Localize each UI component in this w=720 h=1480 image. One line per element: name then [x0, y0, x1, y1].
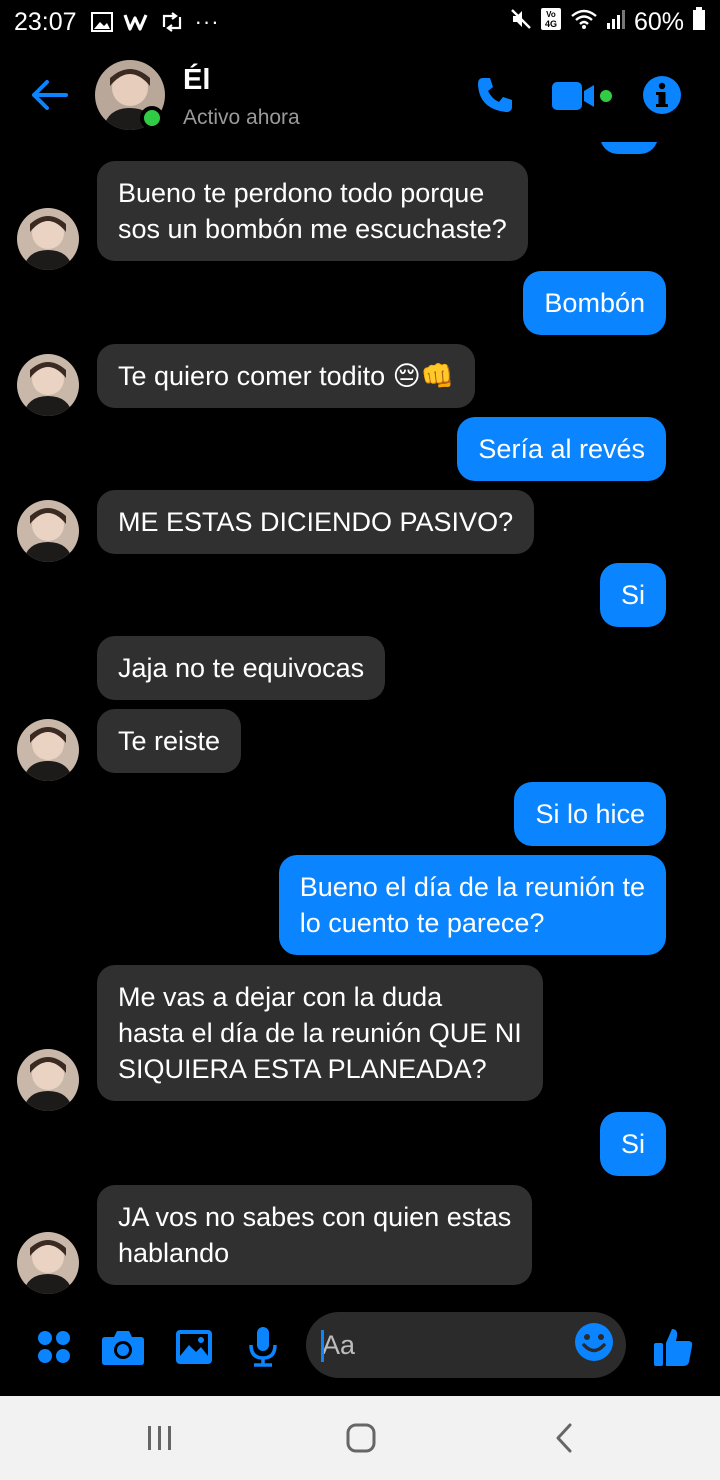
outgoing-message[interactable]: Bueno el día de la reunión te lo cuento …: [278, 855, 666, 955]
like-button[interactable]: [650, 1322, 696, 1372]
text-cursor: [321, 1330, 324, 1362]
microphone-icon: [249, 1327, 277, 1367]
message-composer: [0, 1308, 720, 1388]
incoming-message[interactable]: Bueno te perdono todo porque sos un bomb…: [97, 161, 528, 261]
mute-icon: [510, 8, 532, 37]
message-line: JA vos no sabes con quien estas: [118, 1202, 512, 1232]
incoming-message[interactable]: JA vos no sabes con quien estas hablando: [97, 1185, 533, 1285]
incoming-message[interactable]: Te reiste: [97, 709, 242, 773]
incoming-message[interactable]: Jaja no te equivocas: [97, 636, 386, 700]
video-call-button[interactable]: [550, 76, 616, 116]
gallery-icon: [176, 1330, 212, 1364]
chevron-left-icon: [556, 1423, 572, 1453]
contact-status: Activo ahora: [183, 106, 300, 129]
sender-avatar[interactable]: [17, 500, 79, 562]
gallery-notification-icon: [90, 12, 113, 32]
outgoing-message[interactable]: Si: [599, 563, 666, 627]
sender-avatar[interactable]: [17, 1049, 79, 1111]
message-line: hasta el día de la reunión QUE NI: [118, 1018, 522, 1048]
camera-button[interactable]: [101, 1322, 145, 1372]
more-actions-button[interactable]: [34, 1322, 74, 1372]
conversation-header: Él Activo ahora: [0, 50, 720, 142]
message-list[interactable]: Bueno te perdono todo porque sos un bomb…: [0, 142, 720, 1302]
message-line: Si lo hice: [535, 799, 645, 829]
wifi-icon: [570, 8, 598, 37]
volte-icon: Vo 4G: [540, 7, 562, 38]
home-button[interactable]: [331, 1418, 391, 1458]
message-line: Te reiste: [118, 726, 221, 756]
gallery-button[interactable]: [174, 1322, 214, 1372]
message-line: Te quiero comer todito 😔👊: [118, 361, 455, 391]
recent-apps-button[interactable]: [130, 1418, 190, 1458]
video-camera-icon: [552, 82, 612, 110]
conversation-info-button[interactable]: [641, 74, 683, 116]
arrow-left-icon: [32, 80, 68, 110]
sender-avatar[interactable]: [17, 1232, 79, 1294]
emoji-button[interactable]: [574, 1322, 618, 1366]
message-line: lo cuento te parece?: [299, 908, 545, 938]
battery-icon: [692, 6, 706, 38]
status-time: 23:07: [14, 7, 77, 36]
status-right: Vo 4G 60%: [510, 6, 706, 38]
app-notification-icon: [123, 12, 149, 32]
message-line: SIQUIERA ESTA PLANEADA?: [118, 1054, 487, 1084]
recent-apps-icon: [148, 1426, 171, 1450]
outgoing-message[interactable]: Sería al revés: [457, 417, 666, 481]
online-status-dot: [140, 106, 164, 130]
system-navigation-bar: [0, 1396, 720, 1480]
more-notifications-icon: ···: [194, 9, 220, 34]
voice-message-button[interactable]: [245, 1322, 281, 1372]
message-line: Sería al revés: [478, 434, 645, 464]
incoming-message[interactable]: Te quiero comer todito 😔👊: [97, 344, 476, 408]
battery-percentage: 60%: [633, 7, 684, 36]
message-line: sos un bombón me escuchaste?: [118, 214, 507, 244]
back-nav-button[interactable]: [534, 1418, 594, 1458]
message-line: hablando: [118, 1238, 230, 1268]
previous-message-bubble: [600, 142, 658, 154]
message-line: Si: [620, 1129, 645, 1159]
message-line: Bueno te perdono todo porque: [118, 178, 485, 208]
back-button[interactable]: [26, 72, 72, 118]
outgoing-message[interactable]: Si: [599, 1112, 666, 1176]
message-line: Me vas a dejar con la duda: [118, 982, 443, 1012]
message-line: ME ESTAS DICIENDO PASIVO?: [118, 507, 514, 537]
retweet-notification-icon: [159, 12, 185, 32]
status-bar: 23:07 ··· Vo 4G 60%: [0, 0, 720, 44]
message-line: Si: [620, 580, 645, 610]
info-icon: [643, 76, 681, 114]
outgoing-message[interactable]: Si lo hice: [514, 782, 666, 846]
camera-icon: [102, 1331, 144, 1365]
voice-call-button[interactable]: [474, 74, 516, 116]
svg-text:Vo: Vo: [546, 10, 556, 19]
thumbs-up-icon: [654, 1329, 693, 1366]
sender-avatar[interactable]: [17, 354, 79, 416]
phone-icon: [478, 78, 512, 112]
contact-name[interactable]: Él: [183, 64, 210, 97]
message-line: Bueno el día de la reunión te: [299, 872, 645, 902]
incoming-message[interactable]: Me vas a dejar con la duda hasta el día …: [97, 965, 543, 1101]
sender-avatar[interactable]: [17, 719, 79, 781]
emoji-icon: [575, 1323, 613, 1361]
message-line: Bombón: [544, 288, 645, 318]
message-line: Jaja no te equivocas: [118, 653, 365, 683]
signal-icon: [606, 8, 626, 37]
outgoing-message[interactable]: Bombón: [523, 271, 666, 335]
home-icon: [346, 1423, 376, 1453]
incoming-message[interactable]: ME ESTAS DICIENDO PASIVO?: [97, 490, 535, 554]
sender-avatar[interactable]: [17, 208, 79, 270]
apps-icon: [38, 1331, 70, 1363]
svg-text:4G: 4G: [545, 19, 557, 29]
